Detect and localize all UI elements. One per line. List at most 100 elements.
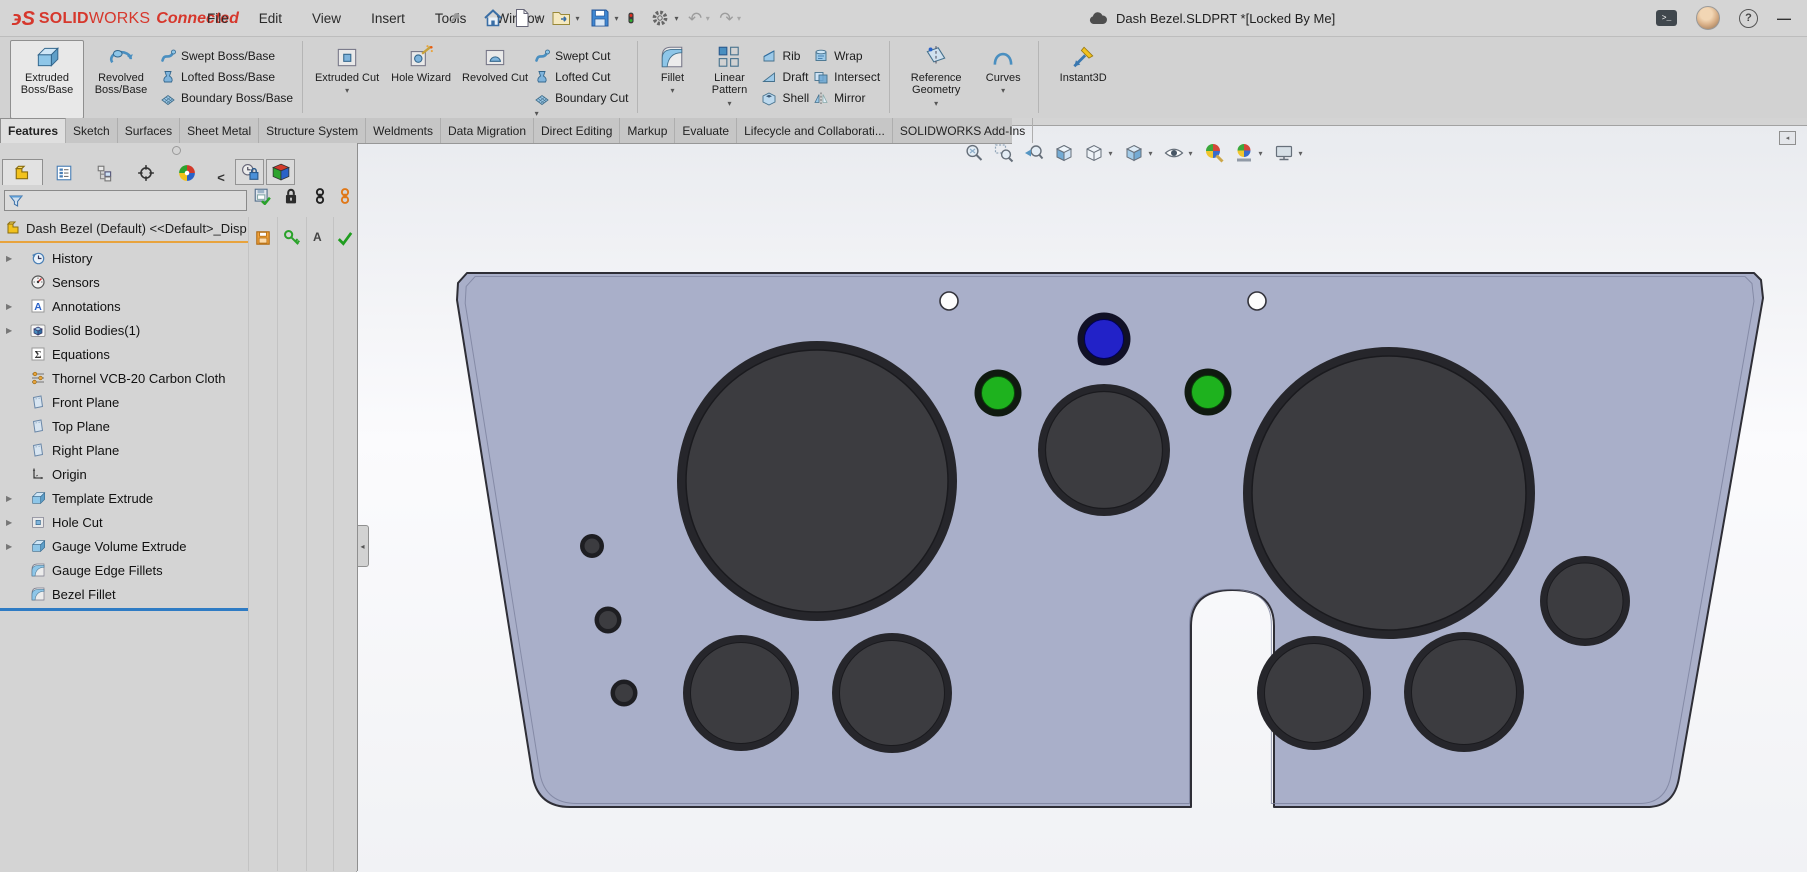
instant3d-button[interactable]: Instant3D — [1046, 40, 1120, 119]
tree-item-solid-bodies[interactable]: ▶Solid Bodies(1) — [0, 318, 248, 342]
wrap-button[interactable]: Wrap — [813, 47, 880, 64]
panel-collapse-arrow[interactable]: < — [207, 170, 235, 185]
reference-geometry-button[interactable]: Reference Geometry ▾ — [897, 40, 975, 119]
tab-sketch[interactable]: Sketch — [66, 118, 118, 143]
linear-pattern-button[interactable]: Linear Pattern ▾ — [699, 40, 759, 119]
tree-item-front-plane[interactable]: Front Plane — [0, 390, 248, 414]
boundary-cut-button[interactable]: Boundary Cut — [534, 89, 628, 106]
dash-bezel-model[interactable] — [357, 126, 1807, 872]
tree-item-top-plane[interactable]: Top Plane — [0, 414, 248, 438]
lofted-boss-base-button[interactable]: Lofted Boss/Base — [160, 68, 293, 85]
indicator-green-right[interactable] — [1185, 369, 1232, 416]
tree-filter-box[interactable] — [4, 190, 247, 211]
apply-scene-button[interactable]: ▾ — [1233, 142, 1265, 164]
gauge-hole-right-large[interactable] — [1243, 347, 1535, 639]
cut-column-flyout-caret[interactable]: ▾ — [532, 109, 541, 118]
menu-view[interactable]: View — [310, 9, 343, 28]
tab-lifecycle-collaboration[interactable]: Lifecycle and Collaborati... — [737, 118, 893, 143]
view-orientation-button[interactable]: ▾ — [1083, 142, 1115, 164]
configurationmanager-tab[interactable] — [84, 159, 125, 185]
gauge-hole-bottom-left-2[interactable] — [832, 633, 952, 753]
fillet-button[interactable]: Fillet ▾ — [645, 40, 699, 119]
tree-filter-input[interactable] — [24, 193, 246, 209]
gauge-hole-bottom-left-1[interactable] — [683, 635, 799, 751]
expand-arrow-icon[interactable]: ▶ — [6, 326, 20, 335]
tab-evaluate[interactable]: Evaluate — [675, 118, 737, 143]
hide-show-items-button[interactable]: ▾ — [1163, 142, 1195, 164]
menu-file[interactable]: File — [205, 9, 231, 28]
tree-item-material[interactable]: Thornel VCB-20 Carbon Cloth — [0, 366, 248, 390]
pin-icon[interactable] — [448, 11, 462, 25]
rollback-bar[interactable] — [0, 608, 248, 611]
shell-button[interactable]: Shell — [761, 89, 809, 106]
expand-arrow-icon[interactable]: ▶ — [6, 494, 20, 503]
display-states-button[interactable] — [266, 159, 295, 185]
gauge-hole-center[interactable] — [1038, 384, 1170, 516]
extruded-boss-base-button[interactable]: Extruded Boss/Base — [10, 40, 84, 119]
hole-wizard-button[interactable]: Hole Wizard — [384, 40, 458, 119]
tree-item-origin[interactable]: Origin — [0, 462, 248, 486]
link-icon[interactable] — [311, 187, 329, 205]
save-check-icon[interactable] — [253, 187, 271, 205]
swept-boss-base-button[interactable]: Swept Boss/Base — [160, 47, 293, 64]
tree-item-annotations[interactable]: ▶Annotations — [0, 294, 248, 318]
tree-item-gauge-volume-extrude[interactable]: ▶Gauge Volume Extrude — [0, 534, 248, 558]
display-style-button[interactable]: ▾ — [1123, 142, 1155, 164]
help-icon[interactable]: ? — [1739, 9, 1758, 28]
tree-item-right-plane[interactable]: Right Plane — [0, 438, 248, 462]
indicator-blue[interactable] — [1078, 313, 1131, 366]
propertymanager-tab[interactable] — [43, 159, 84, 185]
tree-item-sensors[interactable]: Sensors — [0, 270, 248, 294]
expand-arrow-icon[interactable]: ▶ — [6, 254, 20, 263]
featuremanager-tree-tab[interactable] — [2, 159, 43, 185]
tree-item-template-extrude[interactable]: ▶Template Extrude — [0, 486, 248, 510]
tab-data-migration[interactable]: Data Migration — [441, 118, 534, 143]
intersect-button[interactable]: Intersect — [813, 68, 880, 85]
tab-sheet-metal[interactable]: Sheet Metal — [180, 118, 259, 143]
gauge-hole-bottom-right-1[interactable] — [1257, 636, 1371, 750]
terminal-icon[interactable]: >_ — [1656, 10, 1677, 26]
revolved-boss-base-button[interactable]: Revolved Boss/Base — [84, 40, 158, 119]
undo-button[interactable]: ↶▾ — [688, 10, 712, 27]
redo-button[interactable]: ↷▾ — [719, 10, 743, 27]
indicator-green-left[interactable] — [975, 370, 1022, 417]
lofted-cut-button[interactable]: Lofted Cut — [534, 68, 628, 85]
curves-button[interactable]: Curves ▾ — [975, 40, 1031, 119]
external-link-icon[interactable] — [336, 187, 354, 205]
display-pane-icon[interactable]: ◂ — [1779, 131, 1796, 145]
zoom-to-fit-icon[interactable] — [963, 142, 985, 164]
lock-icon[interactable] — [282, 187, 300, 205]
settings-gear-button[interactable]: ▾ — [649, 7, 681, 29]
tab-structure-system[interactable]: Structure System — [259, 118, 366, 143]
tab-weldments[interactable]: Weldments — [366, 118, 441, 143]
gauge-hole-far-right[interactable] — [1540, 556, 1630, 646]
gauge-hole-bottom-right-2[interactable] — [1404, 632, 1524, 752]
tree-item-gauge-edge-fillets[interactable]: Gauge Edge Fillets — [0, 558, 248, 582]
tree-item-history[interactable]: ▶History — [0, 246, 248, 270]
mirror-button[interactable]: Mirror — [813, 89, 880, 106]
tab-solidworks-add-ins[interactable]: SOLIDWORKS Add-Ins — [893, 118, 1033, 143]
section-view-icon[interactable] — [1053, 142, 1075, 164]
view-settings-button[interactable]: ▾ — [1273, 142, 1305, 164]
revolved-cut-button[interactable]: Revolved Cut — [458, 40, 532, 119]
rebuild-traffic-light-icon[interactable] — [628, 7, 642, 29]
zoom-to-area-icon[interactable] — [993, 142, 1015, 164]
swept-cut-button[interactable]: Swept Cut — [534, 47, 628, 64]
mounting-hole-left[interactable] — [940, 292, 958, 310]
panel-splitter-handle[interactable] — [0, 143, 357, 158]
displaymanager-tab[interactable] — [166, 159, 207, 185]
menu-edit[interactable]: Edit — [257, 9, 284, 28]
mounting-hole-right[interactable] — [1248, 292, 1266, 310]
save-button[interactable]: ▾ — [589, 7, 621, 29]
dimxpertmanager-tab[interactable] — [125, 159, 166, 185]
tree-item-hole-cut[interactable]: ▶Hole Cut — [0, 510, 248, 534]
new-document-button[interactable]: ▾ — [511, 7, 543, 29]
home-icon[interactable] — [482, 7, 504, 29]
history-lock-button[interactable] — [235, 159, 264, 185]
minimize-icon[interactable]: — — [1777, 10, 1791, 26]
extruded-cut-button[interactable]: Extruded Cut ▾ — [310, 40, 384, 119]
draft-button[interactable]: Draft — [761, 68, 809, 85]
tree-item-equations[interactable]: Equations — [0, 342, 248, 366]
tree-item-bezel-fillet[interactable]: Bezel Fillet — [0, 582, 248, 606]
expand-arrow-icon[interactable]: ▶ — [6, 302, 20, 311]
